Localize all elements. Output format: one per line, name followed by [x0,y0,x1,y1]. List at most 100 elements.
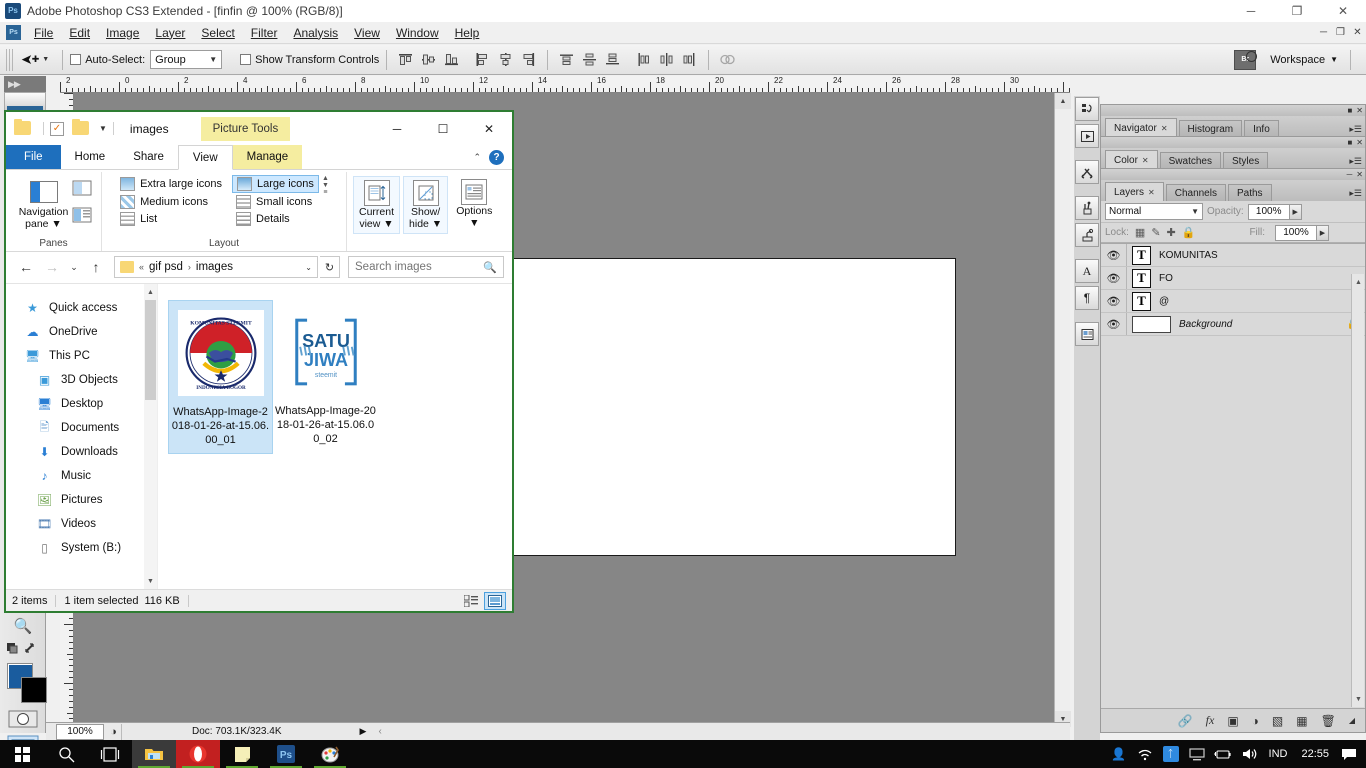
history-icon[interactable] [1075,97,1099,121]
layer-thumbnail-text[interactable]: T [1132,245,1151,265]
horizontal-ruler[interactable]: 2 0 2 4 6 8 10 12 14 16 18 20 22 24 26 2… [60,76,1070,93]
layer-thumbnail-text[interactable]: T [1132,268,1151,288]
sidebar-item-music[interactable]: ♪ Music [6,464,157,488]
preview-pane-icon[interactable] [72,180,92,201]
tab-channels[interactable]: Channels [1165,184,1226,201]
breadcrumb[interactable]: « gif psd › images ⌄ [114,256,318,278]
view-option-large-icons[interactable]: Large icons [232,175,319,193]
layer-thumbnail-text[interactable]: T [1132,291,1151,311]
adjustment-layer-icon[interactable]: ◑ [1252,714,1259,728]
options-button[interactable]: Options ▼ [451,176,497,232]
document-restore-button[interactable]: ❐ [1332,24,1349,41]
battery-icon[interactable] [1210,740,1236,768]
auto-select-dropdown[interactable]: Group ▼ [150,50,223,69]
bluetooth-icon[interactable]: ᛏ [1158,740,1184,768]
layer-mask-icon[interactable]: ▣ [1227,714,1238,728]
distribute-top-edges-icon[interactable] [557,50,576,69]
layer-visibility-toggle[interactable]: 👁 [1101,313,1127,335]
help-icon[interactable]: ? [489,149,504,165]
new-layer-icon[interactable]: ▦ [1296,714,1307,728]
quick-mask-toggle[interactable] [4,638,42,658]
distribute-left-edges-icon[interactable] [634,50,653,69]
quick-mask-mode-button[interactable] [4,706,42,732]
details-view-button[interactable] [460,592,482,610]
menu-item-select[interactable]: Select [193,24,242,42]
scroll-up-arrow-icon[interactable]: ▲ [144,284,157,300]
layer-name[interactable]: KOMUNITAS [1159,250,1218,261]
panel-menu-icon[interactable]: ▸☰ [1349,188,1362,199]
recent-locations-button[interactable]: ⌄ [66,255,82,279]
breadcrumb-dropdown-icon[interactable]: ⌄ [305,263,312,272]
new-folder-icon[interactable] [72,119,89,136]
tab-color[interactable]: Color ✕ [1105,150,1158,169]
tab-histogram[interactable]: Histogram [1178,120,1243,137]
clock[interactable]: 22:55 [1294,748,1336,760]
refresh-button[interactable]: ↻ [320,256,340,278]
align-bottom-edges-icon[interactable] [442,50,461,69]
panel-menu-icon[interactable]: ▸☰ [1349,124,1362,135]
breadcrumb-root[interactable]: « [139,262,144,272]
wifi-icon[interactable] [1132,740,1158,768]
list-item[interactable]: SATU JIWA steemit WhatsApp-Image-2018-01… [273,300,378,454]
layer-name[interactable]: Background [1179,319,1232,330]
distribute-vertical-centers-icon[interactable] [580,50,599,69]
menu-item-analysis[interactable]: Analysis [285,24,346,42]
up-button[interactable]: ↑ [84,255,108,279]
layer-style-icon[interactable]: fx [1206,713,1215,728]
go-to-bridge-button[interactable]: Br [1234,49,1258,70]
list-item[interactable]: KOMUNITAS STEEMIT INDONESIA BOGOR WhatsA… [168,300,273,454]
background-color-swatch[interactable] [21,677,47,703]
navigation-pane-scrollbar[interactable]: ▲ ▼ [144,284,157,589]
view-option-details[interactable]: Details [232,211,319,227]
task-view-button[interactable] [88,740,132,768]
back-button[interactable]: ← [14,255,38,279]
taskbar-app-sticky-notes[interactable] [220,740,264,768]
menu-item-help[interactable]: Help [447,24,488,42]
start-button[interactable] [0,740,44,768]
tool-presets-icon[interactable] [1075,160,1099,184]
close-icon[interactable]: ✕ [1142,156,1149,165]
tab-home[interactable]: Home [61,145,120,169]
delete-layer-icon[interactable]: 🗑 [1321,714,1336,728]
scroll-down-arrow-icon[interactable]: ▼ [322,182,329,189]
document-canvas[interactable] [511,258,956,556]
sidebar-item-onedrive[interactable]: ☁ OneDrive [6,320,157,344]
layer-row[interactable]: 👁 Background 🔒 [1101,313,1365,336]
blend-mode-dropdown[interactable]: Normal ▼ [1105,203,1203,220]
search-input[interactable] [355,261,484,273]
menu-item-filter[interactable]: Filter [243,24,286,42]
notifications-icon[interactable] [1336,740,1362,768]
layer-row[interactable]: 👁 T KOMUNITAS [1101,244,1365,267]
tab-layers[interactable]: Layers ✕ [1105,182,1164,201]
tab-view[interactable]: View [177,145,233,170]
view-option-extra-large-icons[interactable]: Extra large icons [116,175,226,193]
breadcrumb-item-gif-psd[interactable]: gif psd [149,261,183,273]
panel-minimize-icon[interactable]: ■ [1347,138,1352,147]
color-swatches[interactable] [4,660,47,706]
sidebar-item-3d-objects[interactable]: ▣ 3D Objects [6,368,157,392]
taskbar-app-paint[interactable] [308,740,352,768]
large-icons-view-button[interactable] [484,591,506,610]
customize-caret-icon[interactable]: ▼ [99,124,107,133]
volume-icon[interactable] [1236,740,1262,768]
taskbar-app-photoshop[interactable]: Ps [264,740,308,768]
show-transform-controls-checkbox[interactable] [240,54,252,65]
show-hide-button[interactable]: Show/ hide ▼ [403,176,449,234]
tab-manage[interactable]: Manage [232,145,303,169]
paragraph-icon[interactable]: ¶ [1075,286,1099,310]
ribbon-collapse-icon[interactable]: ⌃ [473,152,481,163]
photoshop-maximize-button[interactable]: ❐ [1274,0,1320,22]
zoom-tool-icon[interactable]: 🔍 [4,614,42,638]
people-icon[interactable]: 👤 [1106,740,1132,768]
sidebar-item-this-pc[interactable]: 🖥 This PC [6,344,157,368]
tab-styles[interactable]: Styles [1222,152,1269,169]
tab-share[interactable]: Share [119,145,178,169]
layer-comps-icon[interactable] [1075,322,1099,346]
explorer-close-button[interactable]: ✕ [466,112,512,145]
layer-visibility-toggle[interactable]: 👁 [1101,290,1127,312]
search-box[interactable]: 🔍 [348,256,504,278]
distribute-bottom-edges-icon[interactable] [603,50,622,69]
panel-menu-icon[interactable]: ▸☰ [1349,156,1362,167]
layer-row[interactable]: 👁 T @ [1101,290,1365,313]
close-icon[interactable]: ✕ [1148,188,1155,197]
